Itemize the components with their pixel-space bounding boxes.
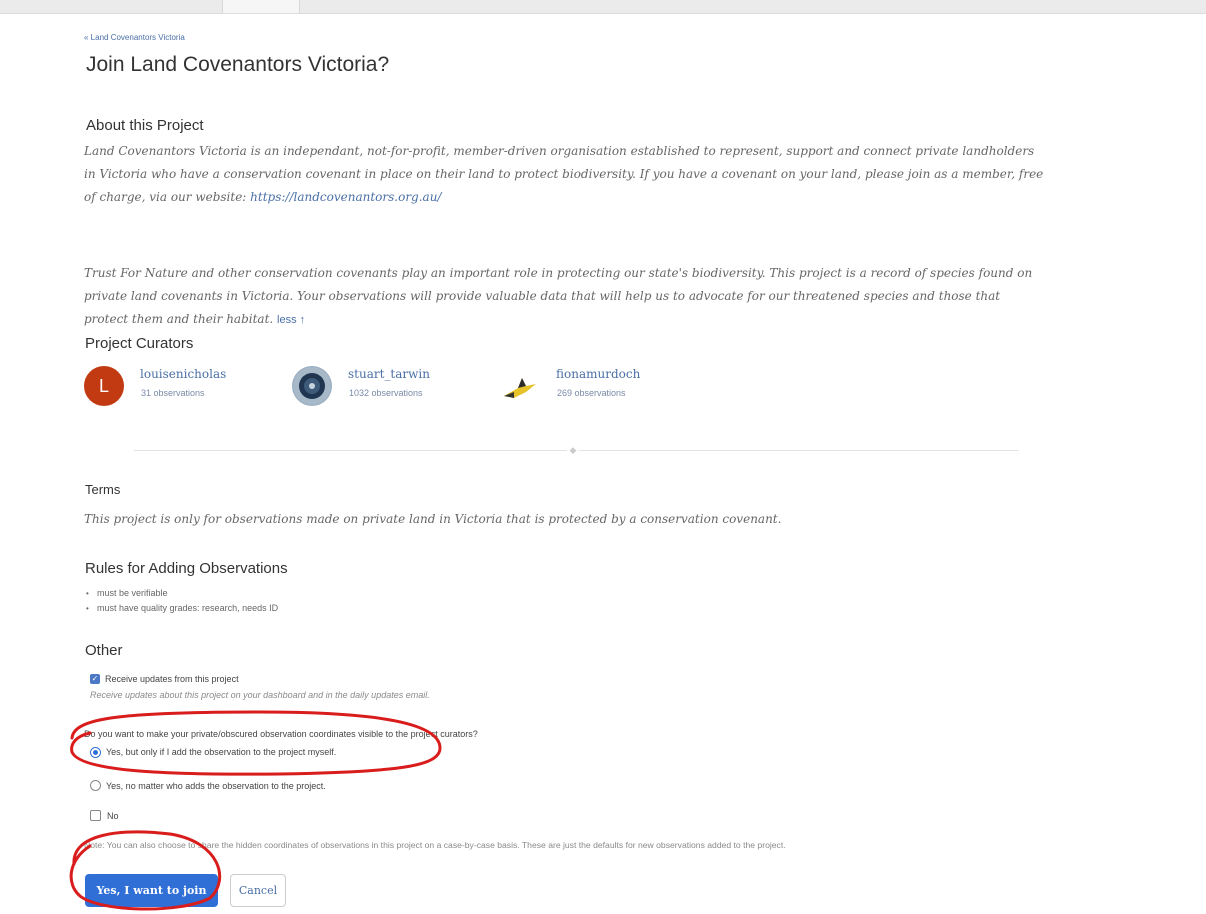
- coordinates-note: Note: You can also choose to share the h…: [84, 840, 786, 850]
- curator-name[interactable]: louisenicholas: [140, 367, 226, 381]
- browser-tab[interactable]: [222, 0, 300, 13]
- coordinates-option-myself-radio[interactable]: [90, 747, 101, 758]
- divider-ornament-icon: ◆: [567, 445, 579, 455]
- logo-avatar-icon: [293, 367, 331, 405]
- coordinates-option-myself-label[interactable]: Yes, but only if I add the observation t…: [106, 747, 336, 757]
- coordinates-option-no-radio[interactable]: [90, 810, 101, 821]
- avatar[interactable]: [500, 366, 540, 406]
- list-item: must be verifiable: [86, 586, 278, 601]
- terms-heading: Terms: [85, 482, 121, 497]
- curator-observations[interactable]: 1032 observations: [349, 388, 423, 398]
- about-text-2: Trust For Nature and other conservation …: [84, 266, 1033, 326]
- receive-updates-hint: Receive updates about this project on yo…: [90, 690, 430, 700]
- other-heading: Other: [85, 642, 123, 659]
- red-annotation-marks: [69, 710, 442, 911]
- coordinates-option-no-label[interactable]: No: [107, 811, 119, 821]
- curators-heading: Project Curators: [85, 335, 194, 352]
- coordinates-option-anyone-label[interactable]: Yes, no matter who adds the observation …: [106, 781, 326, 791]
- curator-fionamurdoch[interactable]: fionamurdoch 269 observations: [500, 366, 700, 408]
- avatar[interactable]: [292, 366, 332, 406]
- join-button[interactable]: Yes, I want to join: [85, 874, 218, 907]
- page-title: Join Land Covenantors Victoria?: [86, 53, 390, 76]
- list-item: must have quality grades: research, need…: [86, 601, 278, 616]
- avatar[interactable]: L: [84, 366, 124, 406]
- curator-stuart-tarwin[interactable]: stuart_tarwin 1032 observations: [292, 366, 492, 408]
- browser-top-bar: [0, 0, 1206, 14]
- coordinates-question: Do you want to make your private/obscure…: [84, 729, 478, 739]
- avatar-initial: L: [98, 376, 109, 396]
- breadcrumb-back-link[interactable]: « Land Covenantors Victoria: [84, 33, 185, 42]
- about-paragraph-2: Trust For Nature and other conservation …: [84, 262, 1044, 332]
- cancel-button[interactable]: Cancel: [230, 874, 286, 907]
- curator-name[interactable]: stuart_tarwin: [348, 367, 430, 381]
- rules-heading: Rules for Adding Observations: [85, 560, 288, 577]
- coordinates-option-anyone-radio[interactable]: [90, 780, 101, 791]
- bird-avatar-icon: [504, 378, 536, 398]
- less-link[interactable]: less ↑: [277, 314, 305, 326]
- curator-louisenicholas[interactable]: L louisenicholas 31 observations: [84, 366, 274, 408]
- rules-list: must be verifiable must have quality gra…: [86, 586, 278, 616]
- receive-updates-checkbox[interactable]: ✓: [90, 674, 100, 684]
- section-divider: ◆: [134, 445, 1019, 455]
- curator-observations[interactable]: 269 observations: [557, 388, 626, 398]
- curator-observations[interactable]: 31 observations: [141, 388, 205, 398]
- website-link[interactable]: https://landcovenantors.org.au/: [250, 190, 441, 204]
- terms-text: This project is only for observations ma…: [84, 512, 782, 526]
- curator-name[interactable]: fionamurdoch: [556, 367, 640, 381]
- receive-updates-label[interactable]: Receive updates from this project: [105, 674, 239, 684]
- about-heading: About this Project: [86, 117, 204, 134]
- annotation-circle-option: [70, 710, 442, 776]
- about-text-1: Land Covenantors Victoria is an independ…: [84, 144, 1044, 204]
- about-paragraph-1: Land Covenantors Victoria is an independ…: [84, 140, 1044, 209]
